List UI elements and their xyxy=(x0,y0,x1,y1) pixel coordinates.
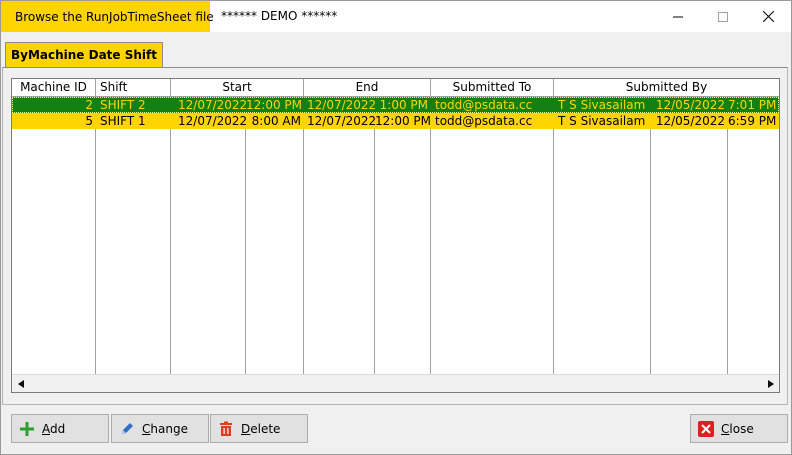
cell-start-time: 8:00 AM xyxy=(251,114,301,128)
cell-shift: SHIFT 2 xyxy=(100,98,146,112)
column-header-machine-id[interactable]: Machine ID xyxy=(12,79,96,96)
column-header-start[interactable]: Start xyxy=(171,79,304,96)
minimize-icon xyxy=(673,16,683,17)
cell-machine-id: 5 xyxy=(85,114,93,128)
column-divider xyxy=(95,96,96,376)
column-divider xyxy=(170,96,171,376)
maximize-button[interactable] xyxy=(700,1,746,32)
column-divider xyxy=(430,96,431,376)
close-x-icon xyxy=(697,420,715,438)
tab-bymachine-date-shift[interactable]: ByMachine Date Shift xyxy=(5,42,163,67)
scroll-right-button[interactable] xyxy=(762,375,779,392)
delete-button[interactable]: Delete xyxy=(210,414,308,443)
cell-submitted-to: todd@psdata.cc xyxy=(435,98,533,112)
column-header-end[interactable]: End xyxy=(304,79,431,96)
main-window: Browse the RunJobTimeSheet file ****** D… xyxy=(0,0,792,455)
title-bar: Browse the RunJobTimeSheet file ****** D… xyxy=(1,1,791,32)
column-divider xyxy=(303,96,304,376)
maximize-icon xyxy=(718,11,728,22)
cell-submitted-date: 12/05/2022 xyxy=(655,114,725,128)
cell-submitted-by: T S Sivasailam xyxy=(558,114,646,128)
app-title-area: Browse the RunJobTimeSheet file xyxy=(1,1,214,32)
timesheet-list[interactable]: Machine ID Shift Start End Submitted To … xyxy=(11,78,780,393)
cell-submitted-to: todd@psdata.cc xyxy=(435,114,533,128)
close-icon xyxy=(762,11,774,22)
column-header-submitted-to[interactable]: Submitted To xyxy=(431,79,554,96)
cell-end-date: 12/07/2022 xyxy=(307,98,375,112)
column-divider xyxy=(650,96,651,376)
close-window-button[interactable] xyxy=(745,1,791,32)
scrollbar-track[interactable] xyxy=(30,376,760,390)
cell-machine-id: 2 xyxy=(85,98,93,112)
window-title: Browse the RunJobTimeSheet file xyxy=(15,9,214,24)
cell-submitted-date: 12/05/2022 xyxy=(655,98,725,112)
table-row[interactable]: 5 SHIFT 1 12/07/2022 8:00 AM 12/07/2022 … xyxy=(12,113,779,129)
add-button[interactable]: Add xyxy=(11,414,109,443)
change-label: hange xyxy=(150,421,188,436)
column-header-submitted-by[interactable]: Submitted By xyxy=(554,79,779,96)
table-row[interactable]: 2 SHIFT 2 12/07/2022 12:00 PM 12/07/2022… xyxy=(12,97,779,113)
cell-end-time: 12:00 PM xyxy=(375,114,431,128)
arrow-left-icon xyxy=(17,379,24,388)
cell-end-time: 1:00 PM xyxy=(379,98,428,112)
arrow-right-icon xyxy=(767,379,774,388)
close-button[interactable]: Close xyxy=(690,414,788,443)
cell-submitted-time: 7:01 PM xyxy=(728,98,777,112)
horizontal-scrollbar[interactable] xyxy=(12,374,779,392)
scroll-left-button[interactable] xyxy=(12,375,29,392)
column-divider xyxy=(374,96,375,376)
add-mnemonic: A xyxy=(42,421,50,436)
demo-label: ****** DEMO ****** xyxy=(221,9,338,23)
delete-label: elete xyxy=(250,421,281,436)
cell-shift: SHIFT 1 xyxy=(100,114,146,128)
cell-submitted-time: 6:59 PM xyxy=(728,114,777,128)
change-button[interactable]: Change xyxy=(111,414,209,443)
list-header: Machine ID Shift Start End Submitted To … xyxy=(12,79,779,97)
pencil-icon xyxy=(118,420,136,438)
column-divider xyxy=(727,96,728,376)
cell-start-date: 12/07/2022 xyxy=(178,98,246,112)
cell-start-date: 12/07/2022 xyxy=(178,114,246,128)
cell-submitted-by: T S Sivasailam xyxy=(558,98,646,112)
cell-end-date: 12/07/2022 xyxy=(307,114,375,128)
cell-start-time: 12:00 PM xyxy=(246,98,302,112)
minimize-button[interactable] xyxy=(655,1,701,32)
add-label: dd xyxy=(50,421,66,436)
column-divider xyxy=(245,96,246,376)
column-divider xyxy=(553,96,554,376)
plus-icon xyxy=(18,420,36,438)
delete-mnemonic: D xyxy=(241,421,251,436)
trash-icon xyxy=(217,420,235,438)
close-label: lose xyxy=(729,421,754,436)
column-header-shift[interactable]: Shift xyxy=(96,79,171,96)
